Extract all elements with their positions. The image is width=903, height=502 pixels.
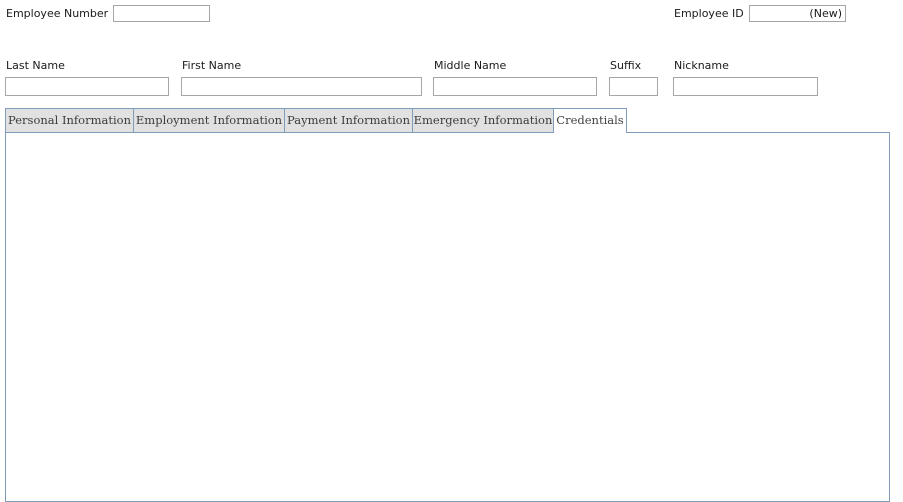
tab-payment-information[interactable]: Payment Information: [284, 108, 413, 132]
tab-personal-information[interactable]: Personal Information: [5, 108, 134, 132]
middle-name-field[interactable]: [433, 77, 597, 96]
tab-emergency-information[interactable]: Emergency Information: [412, 108, 554, 132]
suffix-field[interactable]: [609, 77, 658, 96]
last-name-label: Last Name: [6, 59, 65, 72]
nickname-label: Nickname: [674, 59, 729, 72]
last-name-field[interactable]: [5, 77, 169, 96]
nickname-field[interactable]: [673, 77, 818, 96]
middle-name-label: Middle Name: [434, 59, 507, 72]
suffix-label: Suffix: [610, 59, 642, 72]
employee-number-label: Employee Number: [6, 7, 109, 20]
employee-id-field[interactable]: (New): [749, 5, 846, 22]
tab-credentials[interactable]: Credentials: [553, 108, 627, 133]
first-name-label: First Name: [182, 59, 242, 72]
employee-id-label: Employee ID: [674, 7, 744, 20]
credentials-tab-panel: [5, 132, 890, 502]
tab-employment-information[interactable]: Employment Information: [133, 108, 285, 132]
first-name-field[interactable]: [181, 77, 422, 96]
employee-number-field[interactable]: [113, 5, 210, 22]
